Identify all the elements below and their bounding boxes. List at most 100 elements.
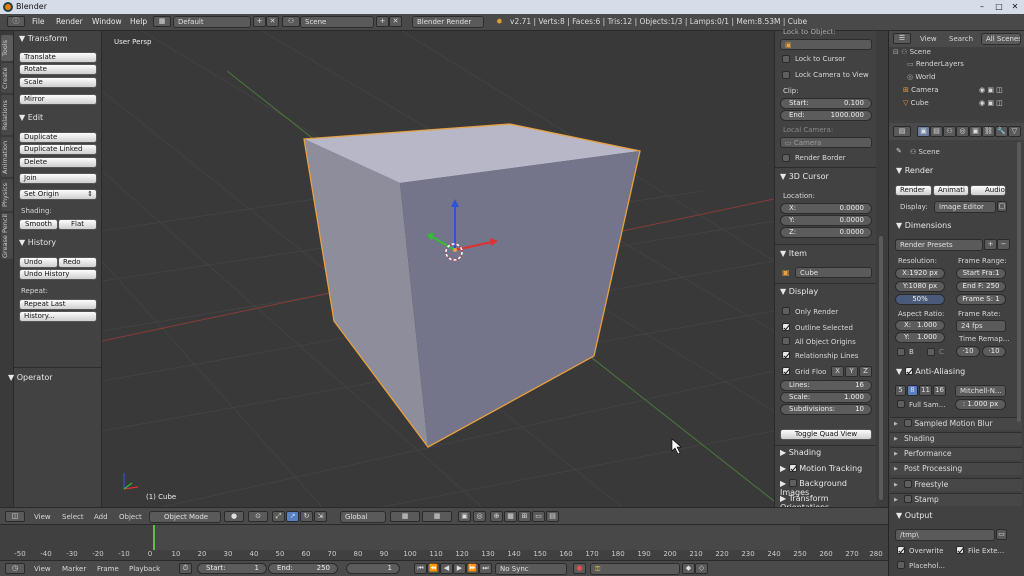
anti-aliasing-panel-header[interactable]: ▼ Anti-Aliasing — [896, 366, 965, 376]
rotate-button[interactable]: Rotate — [19, 64, 97, 75]
grid-lines-field[interactable]: Lines: 16 — [780, 380, 872, 391]
outliner-world-row[interactable]: ◎ World — [907, 73, 935, 81]
relationship-lines-checkbox[interactable] — [782, 351, 790, 359]
render-engine-select[interactable]: Blender Render — [412, 16, 484, 28]
grid-subdivisions-field[interactable]: Subdivisions: 10 — [780, 404, 872, 415]
visibility-eye-icon[interactable]: ◉ ▣ ◫ — [979, 99, 1003, 107]
add-scene-button[interactable]: + — [376, 16, 389, 27]
render-audio-button[interactable]: Audio — [970, 185, 1006, 196]
scene-icon[interactable]: ⚇ — [282, 16, 300, 27]
pivot-point-icon[interactable]: ⊙ — [248, 511, 268, 522]
undo-history-button[interactable]: Undo History — [19, 269, 97, 280]
aspect-y-field[interactable]: Y: 1.000 — [895, 332, 945, 343]
only-render-checkbox[interactable] — [782, 307, 790, 315]
sync-mode-select[interactable]: No Sync — [495, 563, 567, 575]
lock-object-field[interactable]: ▣ — [780, 39, 872, 50]
lock-layers-icon[interactable]: ▣ — [458, 511, 471, 522]
insert-keyframe-icon[interactable]: ◆ — [682, 563, 695, 574]
3d-view-editor-icon[interactable]: ◫ — [5, 511, 25, 522]
menu-file[interactable]: File — [32, 17, 45, 26]
world-context-icon[interactable]: ◎ — [956, 126, 969, 137]
end-frame-field[interactable]: End F: 250 — [956, 281, 1006, 292]
aa-samples-8[interactable]: 8 — [907, 385, 918, 396]
join-button[interactable]: Join — [19, 173, 97, 184]
close-button[interactable]: ✕ — [1008, 0, 1022, 14]
remove-preset-button[interactable]: − — [997, 239, 1010, 250]
add-menu[interactable]: Add — [94, 513, 108, 521]
timeline-editor-icon[interactable]: ◷ — [5, 563, 25, 574]
tab-grease-pencil[interactable]: Grease Pencil — [1, 213, 13, 259]
tab-physics[interactable]: Physics — [1, 179, 13, 211]
resolution-y-field[interactable]: Y:1080 px — [895, 281, 945, 292]
undo-button[interactable]: Undo — [19, 257, 58, 268]
select-menu[interactable]: Select — [62, 513, 84, 521]
tab-create[interactable]: Create — [1, 63, 13, 93]
shading-panel-header[interactable]: Shading — [890, 432, 1022, 445]
filter-size-field[interactable]: : 1.000 px — [955, 399, 1006, 410]
keying-set-field[interactable]: ⚿ — [590, 563, 680, 575]
menu-window[interactable]: Window — [92, 17, 122, 26]
object-context-icon[interactable]: ▣ — [969, 126, 982, 137]
add-preset-button[interactable]: + — [984, 239, 997, 250]
aa-samples-11[interactable]: 11 — [919, 385, 932, 396]
outliner-cube-row[interactable]: ▽ Cube — [903, 99, 929, 107]
layers-grid-icon[interactable]: ▦ — [422, 511, 452, 522]
object-mode-select[interactable]: Object Mode — [149, 511, 221, 523]
current-frame-indicator[interactable] — [153, 525, 155, 550]
outliner-view-menu[interactable]: View — [920, 35, 937, 43]
duplicate-button[interactable]: Duplicate — [19, 132, 97, 143]
resolution-x-field[interactable]: X:1920 px — [895, 268, 945, 279]
smooth-button[interactable]: Smooth — [19, 219, 58, 230]
data-context-icon[interactable]: ▽ — [1008, 126, 1021, 137]
current-frame-input[interactable]: 1 — [346, 563, 400, 574]
manipulator-toggle-icon[interactable]: ⤢ — [272, 511, 285, 522]
cursor-x-field[interactable]: X: 0.0000 — [780, 203, 872, 214]
outliner-renderlayers-row[interactable]: ▭ RenderLayers — [907, 60, 964, 68]
play-icon[interactable]: ▶ — [453, 563, 466, 574]
3d-cursor-panel-header[interactable]: ▼ 3D Cursor — [780, 172, 829, 181]
render-animation-button[interactable]: Animati — [933, 185, 969, 196]
maximize-button[interactable]: □ — [992, 0, 1006, 14]
outliner-search-menu[interactable]: Search — [949, 35, 973, 43]
shading-panel-header[interactable]: ▶ Shading — [780, 448, 821, 457]
border-checkbox[interactable] — [897, 348, 905, 356]
marker-menu[interactable]: Marker — [62, 565, 86, 573]
snap-element-icon[interactable]: ▦ — [504, 511, 517, 522]
file-extensions-checkbox[interactable] — [956, 546, 964, 554]
region-scrollbar[interactable] — [876, 31, 886, 507]
history-menu-button[interactable]: History... — [19, 311, 97, 322]
local-camera-field[interactable]: ▭ Camera — [780, 137, 872, 148]
editor-type-icon[interactable]: ⓘ — [7, 16, 25, 27]
scale-button[interactable]: Scale — [19, 77, 97, 88]
frame-rate-select[interactable]: 24 fps — [956, 320, 1006, 332]
full-sample-checkbox[interactable] — [897, 400, 905, 408]
crop-checkbox[interactable] — [927, 348, 935, 356]
remove-scene-button[interactable]: ✕ — [389, 16, 402, 27]
auto-keying-record-icon[interactable]: ● — [573, 563, 586, 574]
outline-selected-checkbox[interactable] — [782, 323, 790, 331]
overwrite-checkbox[interactable] — [897, 546, 905, 554]
timeline-view-menu[interactable]: View — [34, 565, 51, 573]
lock-camera-checkbox[interactable] — [782, 71, 790, 79]
performance-panel-header[interactable]: Performance — [890, 447, 1022, 460]
dimensions-panel-header[interactable]: ▼ Dimensions — [896, 221, 951, 230]
time-remap-old-field[interactable]: ·10 — [956, 346, 980, 357]
translate-button[interactable]: Translate — [19, 52, 97, 63]
output-panel-header[interactable]: ▼ Output — [896, 511, 933, 520]
render-panel-header[interactable]: ▼ Render — [896, 166, 933, 175]
viewport-shading-icon[interactable]: ● — [224, 511, 244, 522]
flat-button[interactable]: Flat — [58, 219, 97, 230]
cursor-y-field[interactable]: Y: 0.0000 — [780, 215, 872, 226]
operator-panel-header[interactable]: ▼ Operator — [8, 373, 53, 382]
jump-end-icon[interactable]: ⏭ — [479, 563, 492, 574]
screen-layout-field[interactable]: Default — [173, 16, 251, 28]
outliner-display-select[interactable]: All Scenes — [981, 33, 1021, 45]
menu-render[interactable]: Render — [56, 17, 83, 26]
properties-scrollbar[interactable] — [1017, 142, 1021, 422]
grid-floor-checkbox[interactable] — [782, 367, 790, 375]
duplicate-linked-button[interactable]: Duplicate Linked — [19, 144, 97, 155]
render-border-checkbox[interactable] — [782, 154, 790, 162]
outliner-scene-row[interactable]: ⊟ ⚇ Scene — [893, 48, 931, 56]
layers-grid-icon[interactable]: ▦ — [390, 511, 420, 522]
aa-samples-5[interactable]: 5 — [895, 385, 906, 396]
